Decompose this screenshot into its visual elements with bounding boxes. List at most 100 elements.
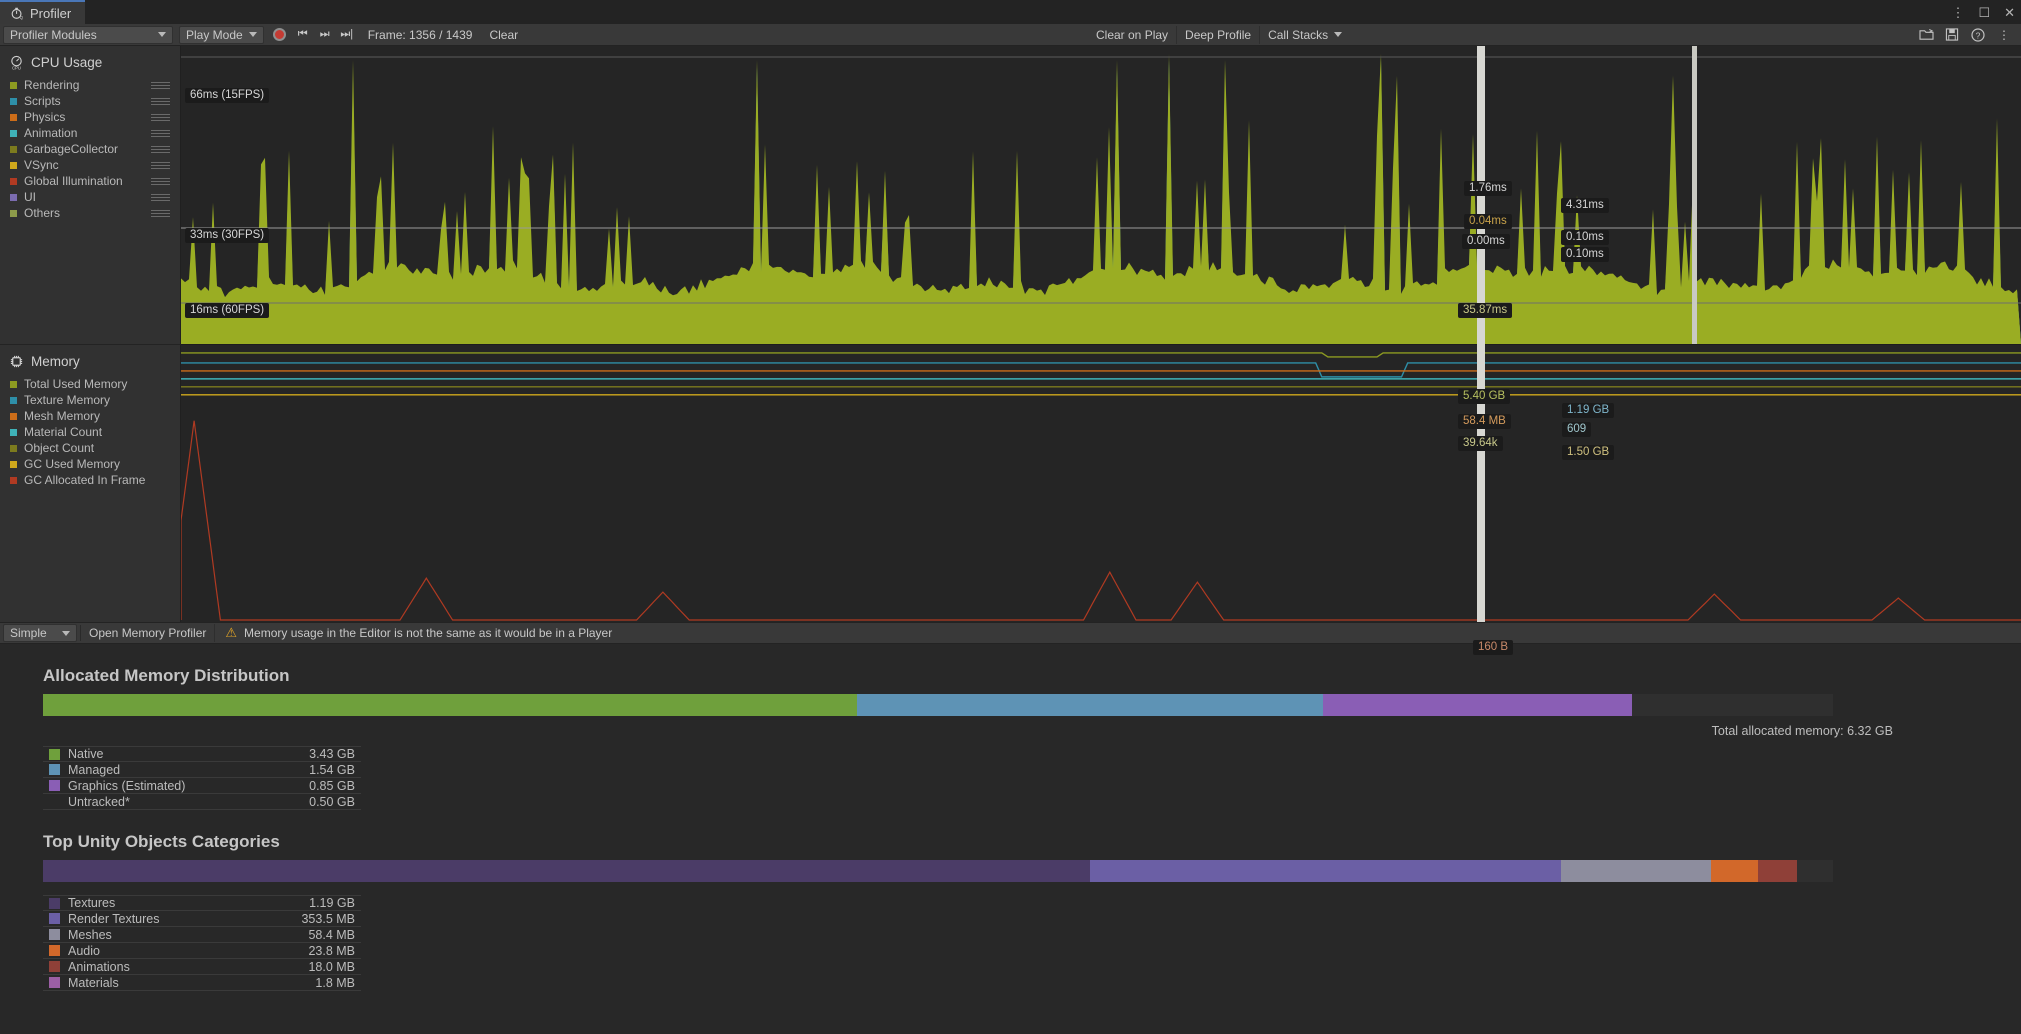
bar-segment-native[interactable] (43, 694, 858, 716)
table-row[interactable]: Audio 23.8 MB (43, 943, 361, 959)
bar-segment-render-textures[interactable] (1090, 860, 1561, 882)
drag-handle-icon[interactable] (151, 146, 170, 153)
memory-legend-item-gc-used-memory[interactable]: GC Used Memory (0, 456, 181, 472)
allocated-memory-bar[interactable] (43, 694, 1833, 716)
drag-handle-icon[interactable] (151, 130, 170, 137)
cpu-legend-item-global-illumination[interactable]: Global Illumination (0, 173, 181, 189)
memory-legend-item-texture-memory[interactable]: Texture Memory (0, 392, 181, 408)
bar-segment-textures[interactable] (43, 860, 1091, 882)
top-unity-objects-title: Top Unity Objects Categories (43, 832, 280, 851)
record-icon[interactable] (272, 28, 286, 41)
cpu-legend-item-garbagecollector[interactable]: GarbageCollector (0, 141, 181, 157)
row-value: 3.43 GB (309, 747, 355, 761)
help-icon[interactable]: ? (1965, 25, 1991, 45)
chevron-down-icon (248, 32, 257, 37)
drag-handle-icon[interactable] (151, 114, 170, 121)
memory-tooltip-texture: 1.19 GB (1562, 403, 1615, 418)
cpu-icon: CPU (11, 55, 22, 70)
frame-cursor-primary[interactable] (1477, 46, 1485, 622)
table-row[interactable]: Managed 1.54 GB (43, 762, 361, 778)
module-sidebar: CPU CPU Usage Rendering Scripts Physics … (0, 46, 181, 622)
drag-handle-icon[interactable] (151, 194, 170, 201)
color-swatch (49, 780, 60, 791)
table-row[interactable]: Render Textures 353.5 MB (43, 911, 361, 927)
clear-on-play-button[interactable]: Clear on Play (1088, 25, 1178, 44)
memory-legend-item-mesh-memory[interactable]: Mesh Memory (0, 408, 181, 424)
memory-chart[interactable] (181, 344, 2021, 622)
drag-handle-icon[interactable] (151, 178, 170, 185)
legend-label: VSync (24, 158, 59, 172)
load-icon[interactable] (1913, 25, 1939, 45)
cpu-tooltip-rendering: 4.31ms (1561, 198, 1609, 213)
cpu-legend-item-rendering[interactable]: Rendering (0, 77, 181, 93)
open-memory-profiler-button[interactable]: Open Memory Profiler (81, 624, 216, 642)
close-icon[interactable]: ✕ (2004, 6, 2015, 19)
allocated-memory-title: Allocated Memory Distribution (43, 666, 290, 685)
color-swatch (49, 929, 60, 940)
cpu-legend-item-physics[interactable]: Physics (0, 109, 181, 125)
cpu-legend-item-others[interactable]: Others (0, 205, 181, 221)
table-row[interactable]: Animations 18.0 MB (43, 959, 361, 975)
legend-label: GC Allocated In Frame (24, 473, 146, 487)
drag-handle-icon[interactable] (151, 162, 170, 169)
deep-profile-button[interactable]: Deep Profile (1177, 25, 1261, 44)
maximize-icon[interactable]: ☐ (1978, 6, 1990, 19)
cpu-usage-chart[interactable]: 66ms (15FPS) 33ms (30FPS) 16ms (60FPS) (181, 46, 2021, 344)
bar-segment-animations[interactable] (1757, 860, 1798, 882)
legend-label: Animation (24, 126, 78, 140)
bar-segment-graphics[interactable] (1322, 694, 1633, 716)
play-mode-dropdown[interactable]: Play Mode (179, 25, 264, 44)
profiler-modules-dropdown[interactable]: Profiler Modules (3, 25, 173, 44)
cpu-module-header[interactable]: CPU CPU Usage (0, 46, 181, 77)
save-icon[interactable] (1939, 25, 1965, 45)
table-row[interactable]: Textures 1.19 GB (43, 895, 361, 911)
cpu-legend-item-animation[interactable]: Animation (0, 125, 181, 141)
kebab-menu-icon[interactable]: ⋮ (1951, 6, 1964, 19)
memory-tooltip-gc-used: 1.50 GB (1562, 445, 1615, 460)
legend-label: Material Count (24, 425, 103, 439)
memory-legend-item-total-used-memory[interactable]: Total Used Memory (0, 376, 181, 392)
table-row[interactable]: Materials 1.8 MB (43, 975, 361, 991)
bar-segment-materials[interactable] (1797, 860, 1833, 882)
bar-segment-meshes[interactable] (1560, 860, 1712, 882)
table-row[interactable]: Graphics (Estimated) 0.85 GB (43, 778, 361, 794)
drag-handle-icon[interactable] (151, 210, 170, 217)
prev-frame-icon[interactable]: ⏭ (314, 26, 336, 44)
memory-module-header[interactable]: Memory (0, 345, 181, 376)
drag-handle-icon[interactable] (151, 82, 170, 89)
drag-handle-icon[interactable] (151, 98, 170, 105)
row-value: 23.8 MB (308, 943, 355, 958)
cpu-legend-list: Rendering Scripts Physics Animation Garb… (0, 77, 181, 221)
color-swatch (49, 945, 60, 956)
table-row[interactable]: Untracked* 0.50 GB (43, 794, 361, 810)
kebab-menu-icon[interactable]: ⋮ (1991, 25, 2017, 45)
row-label: Native (68, 747, 104, 761)
clear-button[interactable]: Clear (482, 26, 525, 44)
color-swatch (10, 460, 17, 468)
top-unity-objects-bar[interactable] (43, 860, 1833, 882)
cpu-legend-item-ui[interactable]: UI (0, 189, 181, 205)
memory-chart-canvas (181, 352, 2021, 621)
bar-segment-managed[interactable] (857, 694, 1323, 716)
table-row[interactable]: Meshes 58.4 MB (43, 927, 361, 943)
last-frame-icon[interactable]: ⏭| (336, 26, 358, 44)
memory-legend-item-gc-allocated-in-frame[interactable]: GC Allocated In Frame (0, 472, 181, 488)
table-row[interactable]: Native 3.43 GB (43, 746, 361, 762)
cpu-tooltip-vsync: 35.87ms (1458, 303, 1513, 318)
first-frame-icon[interactable]: ⏮ (292, 26, 314, 44)
memory-legend-item-object-count[interactable]: Object Count (0, 440, 181, 456)
top-unity-objects-table: Textures 1.19 GB Render Textures 353.5 M… (43, 895, 361, 991)
memory-legend-item-material-count[interactable]: Material Count (0, 424, 181, 440)
svg-text:CPU: CPU (12, 66, 21, 70)
memory-tooltip-object-count: 39.64k (1458, 436, 1503, 451)
frame-cursor-secondary[interactable] (1692, 46, 1697, 344)
cpu-tooltip-animation: 0.10ms (1561, 230, 1609, 245)
bar-segment-audio[interactable] (1711, 860, 1758, 882)
profiler-tab[interactable]: Q Profiler (0, 0, 86, 24)
memory-tooltip-material: 609 (1562, 422, 1592, 437)
cpu-legend-item-vsync[interactable]: VSync (0, 157, 181, 173)
memory-view-dropdown[interactable]: Simple (3, 624, 77, 642)
call-stacks-dropdown[interactable]: Call Stacks (1260, 26, 1350, 44)
cpu-legend-item-scripts[interactable]: Scripts (0, 93, 181, 109)
memory-tooltip-total-used: 5.40 GB (1458, 389, 1511, 404)
